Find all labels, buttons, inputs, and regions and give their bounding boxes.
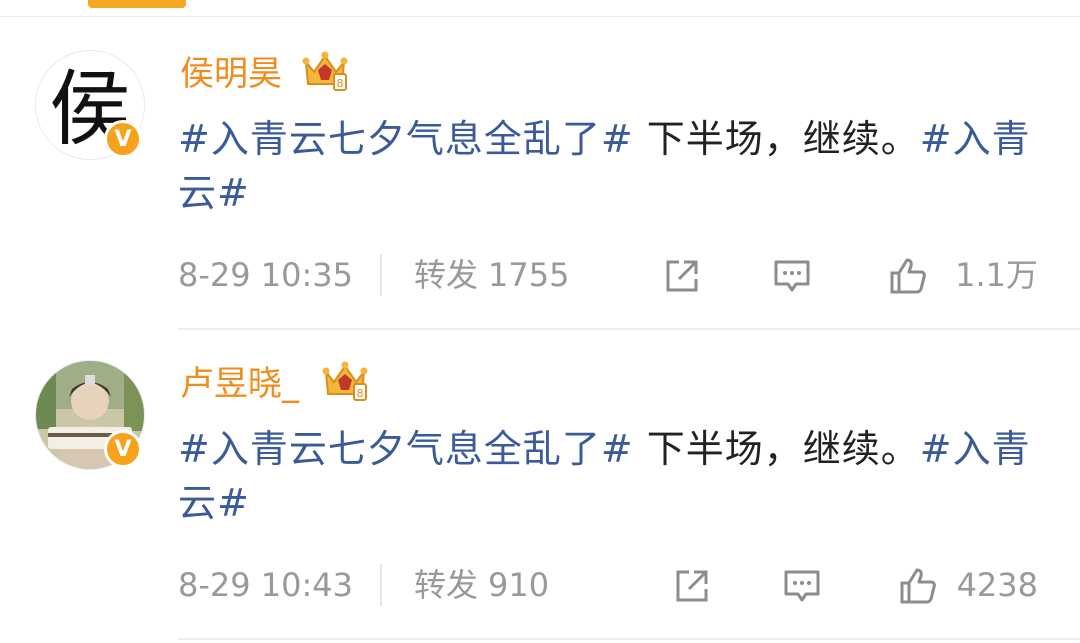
post-meta-bar: 8-29 10:43 转发 910 4238: [178, 562, 1058, 610]
post-timestamp: 8-29 10:43: [178, 566, 354, 604]
feed-post: 侯 V 侯明昊 8 #入青云七夕气息全乱了# 下半场，继续。#入青云# 8-29…: [0, 20, 1080, 330]
repost-label: 转发: [414, 256, 479, 294]
svg-text:8: 8: [337, 77, 344, 90]
share-icon[interactable]: [662, 256, 702, 296]
verified-badge-icon: V: [104, 430, 142, 468]
verified-badge-icon: V: [104, 120, 142, 158]
hashtag-link[interactable]: #入青云七夕气息全乱了#: [178, 117, 634, 161]
repost-button[interactable]: 转发 910: [414, 562, 549, 608]
author-name[interactable]: 侯明昊: [180, 50, 282, 98]
post-meta-bar: 8-29 10:35 转发 1755 1.1万: [178, 252, 1058, 300]
repost-button[interactable]: 转发 1755: [414, 252, 569, 298]
repost-count: 910: [488, 566, 550, 604]
share-icon[interactable]: [672, 566, 712, 606]
post-text: #入青云七夕气息全乱了# 下半场，继续。#入青云#: [178, 422, 1058, 530]
hashtag-link[interactable]: #入青云七夕气息全乱了#: [178, 427, 634, 471]
active-tab-indicator: [88, 0, 186, 8]
svg-text:8: 8: [357, 387, 364, 400]
post-divider: [178, 638, 1080, 640]
like-count: 1.1万: [955, 256, 1038, 294]
meta-divider: [380, 564, 382, 606]
post-timestamp: 8-29 10:35: [178, 256, 354, 294]
post-text: #入青云七夕气息全乱了# 下半场，继续。#入青云#: [178, 112, 1058, 220]
author-name[interactable]: 卢昱晓_: [180, 360, 299, 408]
like-icon[interactable]: [888, 256, 928, 296]
comment-icon[interactable]: [772, 256, 812, 296]
crown-badge-icon[interactable]: 8: [300, 48, 350, 94]
repost-label: 转发: [414, 566, 479, 604]
top-divider: [0, 16, 1080, 17]
feed-post: V 卢昱晓_ 8 #入青云七夕气息全乱了# 下半场，继续。#入青云# 8-29 …: [0, 330, 1080, 640]
crown-badge-icon[interactable]: 8: [320, 358, 370, 404]
post-body: 下半场，继续。: [633, 117, 920, 161]
comment-icon[interactable]: [782, 566, 822, 606]
like-icon[interactable]: [898, 566, 938, 606]
repost-count: 1755: [488, 256, 570, 294]
post-body: 下半场，继续。: [633, 427, 920, 471]
meta-divider: [380, 254, 382, 296]
like-count: 4238: [956, 566, 1038, 604]
